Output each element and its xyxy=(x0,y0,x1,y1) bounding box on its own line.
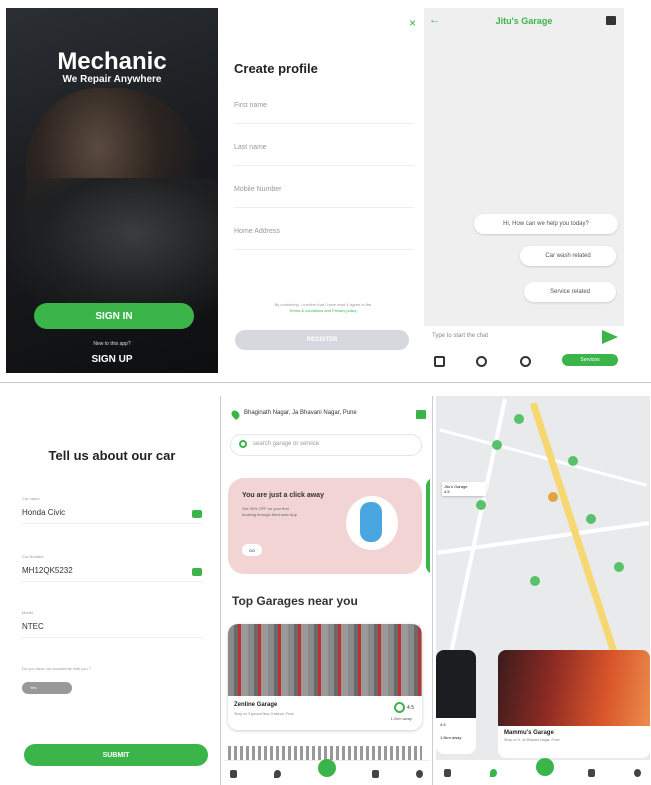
marker-rating: 4.5 xyxy=(444,489,450,494)
garage-marker[interactable] xyxy=(614,562,624,572)
services-button[interactable]: Services xyxy=(562,354,618,366)
create-profile-screen: × Create profile First name Last name Mo… xyxy=(220,8,422,373)
location-text[interactable]: Bhaginath Nagar, Ja Bhavani Nagar, Pune xyxy=(244,410,357,416)
calendar-icon[interactable] xyxy=(588,769,595,777)
quick-reply-car-wash[interactable]: Car wash related xyxy=(520,246,616,266)
search-input[interactable]: search garage or service xyxy=(230,434,422,456)
profile-icon[interactable] xyxy=(634,769,641,777)
garage-address: Shop no 5, Ja Bhavani Nagar, Pune xyxy=(504,738,560,742)
bell-icon[interactable] xyxy=(230,770,237,778)
distance-text: 1.2km away xyxy=(390,716,412,721)
brand-logo: Mechanic xyxy=(57,48,167,75)
calendar-icon[interactable] xyxy=(372,770,379,778)
garage-marker[interactable] xyxy=(568,456,578,466)
map-highway xyxy=(529,402,630,690)
location-icon[interactable] xyxy=(274,770,281,778)
engine-photo xyxy=(6,178,218,318)
home-icon[interactable] xyxy=(318,759,336,777)
map-marker-label: Jitu's Garage 4.5 xyxy=(442,482,486,496)
plate-icon xyxy=(192,568,202,576)
bottom-nav xyxy=(436,758,650,784)
sign-in-button[interactable]: SIGN IN xyxy=(34,303,194,329)
page-title: Tell us about our car xyxy=(48,448,176,463)
promo-go-button[interactable]: GO xyxy=(242,544,262,556)
garage-marker[interactable] xyxy=(476,500,486,510)
bottom-nav: Services xyxy=(424,348,624,373)
garage-card[interactable]: Mammu's Garage Shop no 5, Ja Bhavani Nag… xyxy=(498,650,650,758)
send-icon[interactable] xyxy=(602,330,618,344)
field-label: Car name xyxy=(22,496,40,501)
garage-marker[interactable] xyxy=(492,440,502,450)
search-icon xyxy=(239,440,247,448)
chat-title: Jitu's Garage xyxy=(495,16,553,26)
car-icon xyxy=(192,510,202,518)
section-title: Top Garages near you xyxy=(232,594,358,608)
quick-reply-service[interactable]: Service related xyxy=(524,282,616,302)
cart-icon[interactable] xyxy=(606,16,616,25)
car-name-field[interactable]: Honda Civic xyxy=(22,504,202,524)
map-screen: Jitu's Garage 4.5 4.5 1.5km away Mammu's… xyxy=(436,396,650,784)
rating-badge: 4.5 xyxy=(394,702,414,713)
rating-badge: 4.5 xyxy=(440,722,446,727)
chat-input[interactable]: Type to start the chat xyxy=(424,326,624,348)
new-user-prompt: New to this app? xyxy=(93,341,131,347)
user-location-marker xyxy=(548,492,558,502)
mechanic-illustration xyxy=(346,496,398,550)
chat-icon[interactable] xyxy=(520,356,531,367)
settings-icon[interactable] xyxy=(476,356,487,367)
next-banner-peek[interactable] xyxy=(426,478,430,574)
close-icon[interactable]: × xyxy=(409,16,416,30)
register-button[interactable]: REGISTER xyxy=(235,330,409,350)
garage-card[interactable]: 4.5 1.5km away xyxy=(436,650,476,754)
garage-name: Zenline Garage xyxy=(234,702,278,708)
documents-question: Do you have car documents with you ? xyxy=(22,666,91,671)
field-label: Car Number xyxy=(22,554,44,559)
garage-card[interactable]: Zenline Garage Shop no 3 ground floor, K… xyxy=(228,624,422,730)
chat-message: Hi, How can we help you today? xyxy=(474,214,618,234)
garage-marker[interactable] xyxy=(586,514,596,524)
welcome-screen: Mechanic We Repair Anywhere SIGN IN New … xyxy=(6,8,218,373)
location-pin-icon xyxy=(229,408,242,421)
garage-name: Mammu's Garage xyxy=(504,730,554,736)
home-icon[interactable] xyxy=(536,758,554,776)
field-label: Model xyxy=(22,610,33,615)
cart-icon[interactable] xyxy=(416,410,426,419)
model-field[interactable]: NTEC xyxy=(22,618,202,638)
garage-marker[interactable] xyxy=(514,414,524,424)
promo-title: You are just a click away xyxy=(242,492,324,499)
garage-photo xyxy=(498,650,650,726)
bell-icon[interactable] xyxy=(444,769,451,777)
garage-marker[interactable] xyxy=(530,576,540,586)
location-icon[interactable] xyxy=(490,769,497,777)
garage-icon[interactable] xyxy=(434,356,445,367)
home-screen: Bhaginath Nagar, Ja Bhavani Nagar, Pune … xyxy=(224,404,430,784)
garage-address: Shop no 3 ground floor, Kothrud, Pune xyxy=(234,712,294,716)
garage-photo xyxy=(436,650,476,718)
garage-photo xyxy=(228,624,422,696)
documents-select[interactable]: Yes xyxy=(22,682,72,694)
submit-button[interactable]: SUBMIT xyxy=(24,744,208,766)
page-title: Create profile xyxy=(234,61,318,76)
mobile-number-field[interactable]: Mobile Number xyxy=(234,180,414,208)
first-name-field[interactable]: First name xyxy=(234,96,414,124)
bottom-nav xyxy=(224,759,430,784)
map-road xyxy=(436,521,650,555)
map-road xyxy=(449,398,507,654)
promo-description: Get 30% OFF on your first booking throug… xyxy=(242,506,297,517)
profile-icon[interactable] xyxy=(416,770,423,778)
tagline: We Repair Anywhere xyxy=(62,74,162,85)
chat-screen: ← Jitu's Garage Hi, How can we help you … xyxy=(424,8,624,373)
terms-link[interactable]: Terms & conditions and Privacy policy xyxy=(289,308,356,313)
sign-up-button[interactable]: SIGN UP xyxy=(6,354,218,365)
terms-text: By continuing, I confirm that I have rea… xyxy=(234,302,412,314)
car-number-field[interactable]: MH12QK5232 xyxy=(22,562,202,582)
car-details-screen: Tell us about our car Car name Honda Civ… xyxy=(6,396,218,781)
distance-text: 1.5km away xyxy=(440,735,462,740)
promo-banner[interactable]: You are just a click away Get 30% OFF on… xyxy=(228,478,422,574)
home-address-field[interactable]: Home Address xyxy=(234,222,414,250)
last-name-field[interactable]: Last name xyxy=(234,138,414,166)
